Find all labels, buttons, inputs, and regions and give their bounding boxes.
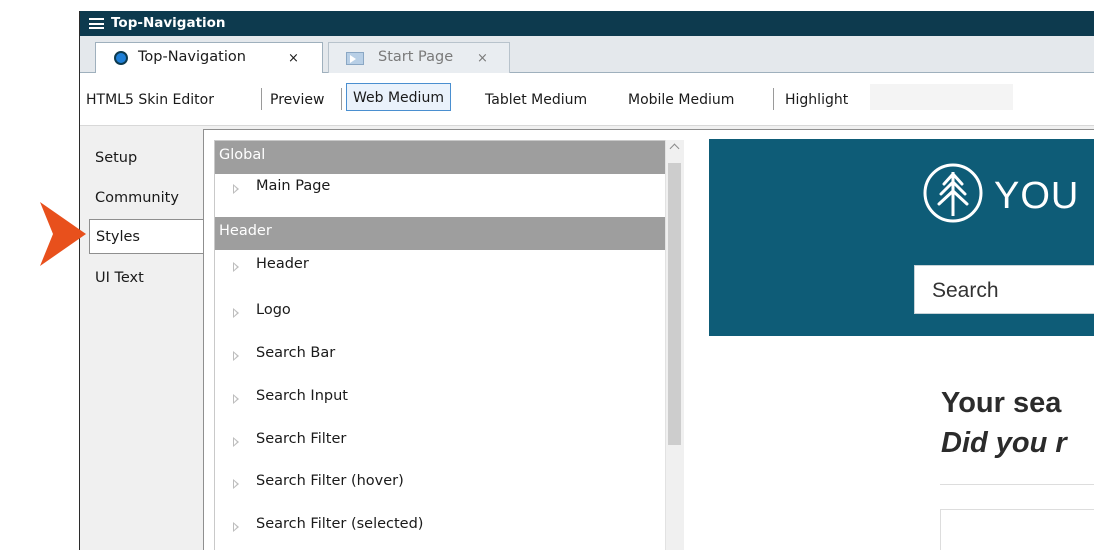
group-header-header: Header <box>215 217 670 250</box>
expand-arrow-icon[interactable] <box>233 479 239 489</box>
toolbar-separator <box>341 88 342 110</box>
tab-label: Start Page <box>378 49 454 65</box>
search-placeholder: Search <box>932 279 999 302</box>
side-tab-label: Styles <box>96 229 140 245</box>
preview-search-input[interactable]: Search <box>914 265 1094 314</box>
tab-start-page[interactable]: Start Page × <box>328 42 510 73</box>
scroll-up-icon[interactable] <box>669 143 680 154</box>
preview-results-heading: Your sea <box>941 387 1062 419</box>
web-medium-button[interactable]: Web Medium <box>346 83 451 111</box>
side-tab-community[interactable]: Community <box>95 190 179 206</box>
window-title: Top-Navigation <box>111 15 226 31</box>
group-header-global: Global <box>215 141 670 174</box>
close-icon[interactable]: × <box>288 51 299 66</box>
close-icon[interactable]: × <box>477 51 488 66</box>
madcap-project-icon <box>114 51 128 65</box>
expand-arrow-icon[interactable] <box>233 351 239 361</box>
document-tab-strip: Top-Navigation × Start Page × <box>80 36 1094 73</box>
skin-preview: YOU Search Your sea Did you r <box>709 139 1094 550</box>
expand-arrow-icon[interactable] <box>233 522 239 532</box>
preview-suggestion-text: Did you r <box>941 427 1067 459</box>
mobile-medium-button[interactable]: Mobile Medium <box>628 92 734 108</box>
window-titlebar: Top-Navigation <box>80 11 1094 36</box>
pointer-arrow-icon <box>40 202 86 266</box>
side-tab-ui-text[interactable]: UI Text <box>95 270 144 286</box>
start-page-icon <box>346 52 364 65</box>
preview-button[interactable]: Preview <box>270 92 325 108</box>
highlight-button[interactable]: Highlight <box>785 92 848 108</box>
side-tab-styles[interactable]: Styles <box>89 219 206 254</box>
skin-editor-window: Top-Navigation Top-Navigation × Start Pa… <box>79 11 1094 550</box>
styles-tree: Global Main Page Header Header Logo Sear… <box>214 140 671 550</box>
expand-arrow-icon[interactable] <box>233 437 239 447</box>
scrollbar-thumb[interactable] <box>668 163 681 445</box>
expand-arrow-icon[interactable] <box>233 184 239 194</box>
toolbar-separator <box>773 88 774 110</box>
skin-editor-button[interactable]: HTML5 Skin Editor <box>86 92 214 108</box>
tab-label: Top-Navigation <box>138 49 246 65</box>
preview-divider <box>940 484 1094 485</box>
tab-top-navigation[interactable]: Top-Navigation × <box>95 42 323 73</box>
preview-brand-text: YOU <box>994 175 1080 217</box>
menu-icon[interactable] <box>89 18 104 29</box>
toolbar-separator <box>261 88 262 110</box>
tablet-medium-button[interactable]: Tablet Medium <box>485 92 587 108</box>
expand-arrow-icon[interactable] <box>233 308 239 318</box>
expand-arrow-icon[interactable] <box>233 394 239 404</box>
preview-result-box <box>940 509 1094 550</box>
expand-arrow-icon[interactable] <box>233 262 239 272</box>
styles-panel: Global Main Page Header Header Logo Sear… <box>203 129 1094 550</box>
editor-toolbar: HTML5 Skin Editor Preview Web Medium Tab… <box>80 73 1094 126</box>
tree-scrollbar[interactable] <box>665 140 684 550</box>
highlight-dropdown[interactable] <box>870 84 1013 110</box>
tree-logo-icon <box>923 163 983 223</box>
side-tab-setup[interactable]: Setup <box>95 150 137 166</box>
